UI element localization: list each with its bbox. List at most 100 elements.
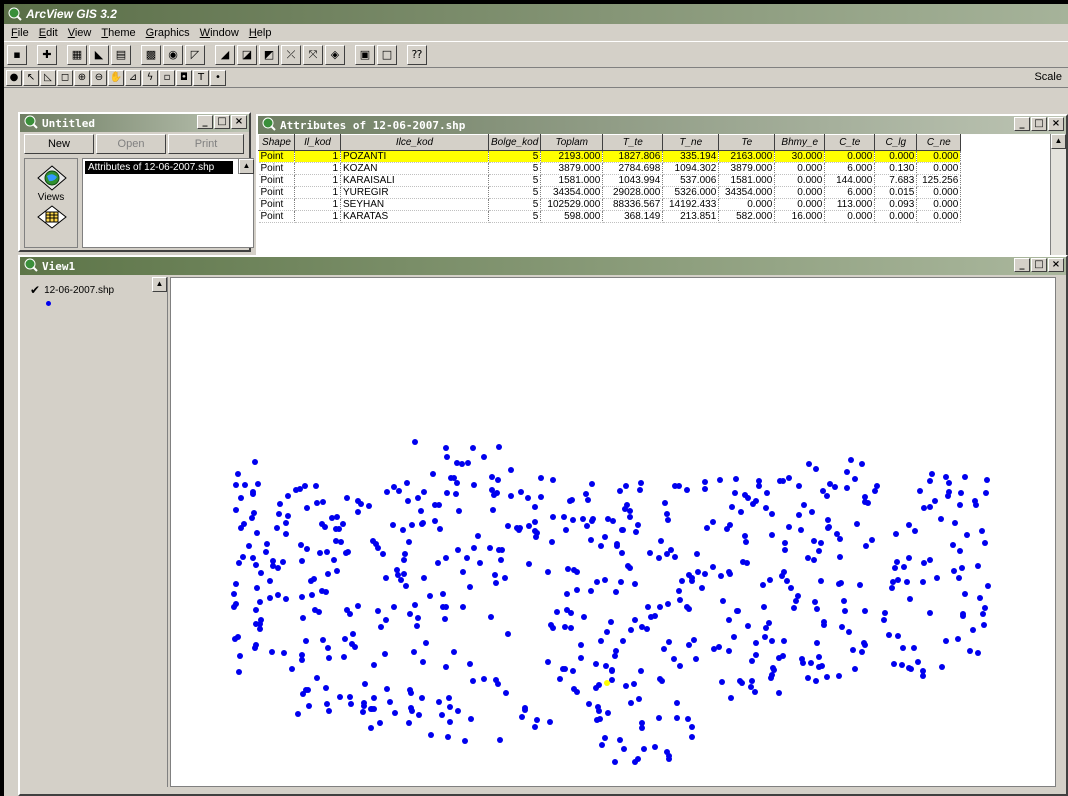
map-point[interactable] — [776, 690, 782, 696]
map-point[interactable] — [283, 531, 289, 537]
map-point[interactable] — [781, 638, 787, 644]
map-point[interactable] — [238, 525, 244, 531]
map-point[interactable] — [617, 488, 623, 494]
map-point[interactable] — [240, 554, 246, 560]
map-point[interactable] — [970, 627, 976, 633]
map-point[interactable] — [333, 526, 339, 532]
map-point[interactable] — [545, 569, 551, 575]
table-cell[interactable]: 0.000 — [916, 210, 962, 223]
map-point[interactable] — [699, 585, 705, 591]
map-point[interactable] — [252, 459, 258, 465]
map-point[interactable] — [464, 555, 470, 561]
vertex-edit-icon[interactable]: ◺ — [40, 69, 56, 86]
map-point[interactable] — [735, 608, 741, 614]
map-point[interactable] — [901, 564, 907, 570]
map-point[interactable] — [676, 588, 682, 594]
text-tool-icon[interactable]: T — [193, 69, 209, 86]
map-point[interactable] — [631, 681, 637, 687]
map-point[interactable] — [882, 610, 888, 616]
map-point[interactable] — [684, 487, 690, 493]
map-point[interactable] — [702, 479, 708, 485]
map-point[interactable] — [973, 502, 979, 508]
map-point[interactable] — [598, 638, 604, 644]
map-point[interactable] — [447, 704, 453, 710]
map-point[interactable] — [574, 569, 580, 575]
map-point[interactable] — [492, 572, 498, 578]
menu-help[interactable]: Help — [244, 27, 277, 39]
map-point[interactable] — [366, 503, 372, 509]
table-cell[interactable]: 29028.000 — [602, 186, 664, 199]
map-point[interactable] — [257, 626, 263, 632]
map-point[interactable] — [635, 756, 641, 762]
map-point[interactable] — [718, 573, 724, 579]
draw-point-icon[interactable]: • — [210, 69, 226, 86]
table-cell[interactable]: Point — [258, 150, 295, 163]
map-point[interactable] — [435, 560, 441, 566]
map-point[interactable] — [623, 683, 629, 689]
map-point[interactable] — [570, 517, 576, 523]
help-icon[interactable]: ⁇ — [407, 44, 427, 65]
pointer-icon[interactable]: ↖ — [23, 69, 39, 86]
map-point[interactable] — [300, 691, 306, 697]
map-point[interactable] — [420, 520, 426, 526]
table-cell[interactable]: 0.015 — [874, 186, 918, 199]
map-point[interactable] — [848, 457, 854, 463]
map-point[interactable] — [326, 655, 332, 661]
map-point[interactable] — [251, 510, 257, 516]
map-point[interactable] — [403, 583, 409, 589]
map-point[interactable] — [674, 700, 680, 706]
menu-edit[interactable]: Edit — [34, 27, 63, 39]
map-point[interactable] — [793, 598, 799, 604]
map-point[interactable] — [304, 546, 310, 552]
map-point[interactable] — [269, 649, 275, 655]
table-cell[interactable]: 213.851 — [662, 210, 720, 223]
map-point[interactable] — [929, 471, 935, 477]
map-point[interactable] — [564, 607, 570, 613]
map-point[interactable] — [881, 617, 887, 623]
map-point[interactable] — [638, 480, 644, 486]
map-point[interactable] — [686, 642, 692, 648]
map-point[interactable] — [491, 492, 497, 498]
map-point[interactable] — [471, 545, 477, 551]
map-point[interactable] — [246, 543, 252, 549]
map-point[interactable] — [748, 684, 754, 690]
map-point[interactable] — [505, 523, 511, 529]
map-point[interactable] — [475, 533, 481, 539]
map-point[interactable] — [818, 578, 824, 584]
table-cell[interactable]: 6.000 — [824, 186, 876, 199]
map-point[interactable] — [331, 557, 337, 563]
map-point[interactable] — [798, 527, 804, 533]
map-point[interactable] — [900, 645, 906, 651]
map-point[interactable] — [672, 483, 678, 489]
map-point[interactable] — [369, 706, 375, 712]
find-icon[interactable]: ▩ — [141, 44, 161, 65]
map-point[interactable] — [827, 481, 833, 487]
map-point[interactable] — [632, 617, 638, 623]
map-point[interactable] — [857, 582, 863, 588]
menu-window[interactable]: Window — [195, 27, 244, 39]
table-row[interactable]: Point 1 KARAISALI 5 1581.000 1043.994 537.006 1… — [258, 174, 962, 187]
map-point[interactable] — [801, 502, 807, 508]
map-point[interactable] — [368, 725, 374, 731]
map-point[interactable] — [891, 661, 897, 667]
minimize-icon[interactable]: _ — [197, 115, 213, 129]
table-cell[interactable]: 1 — [294, 186, 341, 199]
map-point[interactable] — [907, 596, 913, 602]
map-point[interactable] — [252, 645, 258, 651]
map-point[interactable] — [950, 542, 956, 548]
table-cell[interactable]: 1 — [294, 174, 341, 187]
map-point[interactable] — [939, 664, 945, 670]
map-point[interactable] — [415, 615, 421, 621]
map-point[interactable] — [253, 562, 259, 568]
map-point[interactable] — [685, 716, 691, 722]
map-point[interactable] — [585, 497, 591, 503]
map-point[interactable] — [257, 599, 263, 605]
close-icon[interactable]: × — [231, 115, 247, 129]
map-point[interactable] — [322, 524, 328, 530]
save-project-icon[interactable]: ▪ — [7, 44, 27, 65]
map-point[interactable] — [423, 640, 429, 646]
map-point[interactable] — [777, 478, 783, 484]
map-point[interactable] — [636, 696, 642, 702]
map-point[interactable] — [404, 480, 410, 486]
map-point[interactable] — [471, 482, 477, 488]
